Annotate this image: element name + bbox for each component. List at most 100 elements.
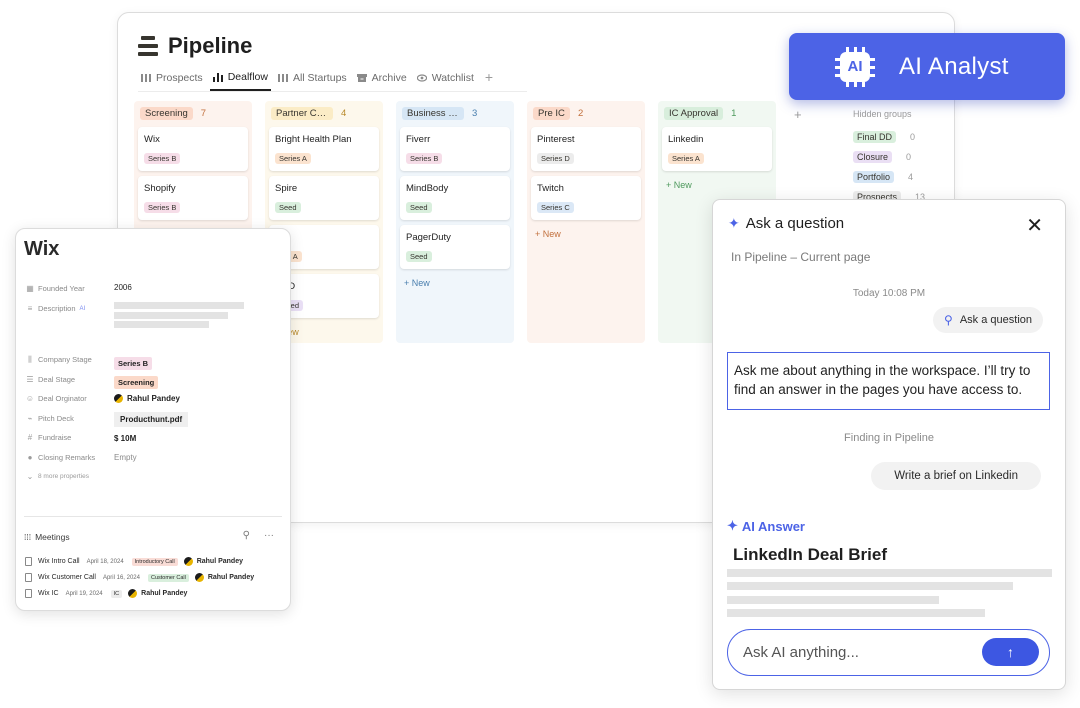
table-icon xyxy=(277,74,288,82)
hidden-groups-title: Hidden groups xyxy=(853,109,912,119)
prop-label: Pitch Deck xyxy=(38,414,74,423)
hidden-group-item[interactable]: Portfolio 4 xyxy=(853,167,943,187)
close-icon[interactable]: ✕ xyxy=(1026,216,1043,236)
hidden-groups: Hidden groups Final DD 0 Closure 0 Portfolio… xyxy=(853,109,943,207)
column-header[interactable]: Screening 7 xyxy=(138,104,248,122)
company-stage-value[interactable]: Series B xyxy=(114,357,153,370)
deal-stage-value[interactable]: Screening xyxy=(114,376,159,389)
prop-fundraise: # Fundraise xyxy=(26,433,72,442)
column-header[interactable]: Pre IC 2 xyxy=(531,104,641,122)
wix-detail-panel: Wix ▦ Founded Year 2006 ≡ Description AI… xyxy=(15,228,291,611)
meeting-attendee: Rahul Pandey xyxy=(194,573,254,582)
column-count: 3 xyxy=(472,107,478,119)
prop-pitch-deck: ⌁ Pitch Deck xyxy=(26,414,74,423)
meeting-row[interactable]: Wix Customer Call April 16, 2024 Customer … xyxy=(25,573,254,582)
deal-name: Pinterest xyxy=(537,134,575,145)
send-button[interactable]: ↑ xyxy=(982,638,1039,666)
ask-scope: In Pipeline – Current page xyxy=(731,250,871,264)
tab-archive[interactable]: Archive xyxy=(354,70,410,90)
column-count: 2 xyxy=(577,107,584,119)
tab-prospects[interactable]: Prospects xyxy=(138,70,206,90)
meeting-date: April 16, 2024 xyxy=(102,574,140,581)
page-title: Pipeline xyxy=(168,33,253,58)
deal-card[interactable]: Fiverr Series B xyxy=(400,127,510,171)
text-icon: ≡ xyxy=(27,304,33,313)
description-skeleton xyxy=(114,302,244,309)
deal-card[interactable]: Wix Series B xyxy=(138,127,248,171)
more-icon[interactable]: ··· xyxy=(264,530,274,541)
number-icon: # xyxy=(27,433,33,442)
tab-all-startups[interactable]: All Startups xyxy=(275,70,350,90)
sparkle-icon: ✦ xyxy=(728,215,740,231)
suggestion-button[interactable]: Write a brief on Linkedin xyxy=(871,462,1041,490)
deal-name: Wix xyxy=(144,134,160,145)
column-header[interactable]: Partner Calls 4 xyxy=(269,104,379,122)
ai-answer-header: ✦ AI Answer xyxy=(727,518,805,534)
new-card-button[interactable]: + New xyxy=(662,180,772,190)
founded-year-value[interactable]: 2006 xyxy=(114,283,132,292)
group-count: 4 xyxy=(908,172,914,182)
company-stage-tag: Series B xyxy=(114,357,153,370)
search-icon: ⚲ xyxy=(944,313,953,327)
stage-badge: Seed xyxy=(406,202,432,213)
wix-title: Wix xyxy=(24,238,60,260)
new-card-button[interactable]: + New xyxy=(531,229,641,239)
deal-card[interactable]: Pinterest Series D xyxy=(531,127,641,171)
prop-deal-originator: ☺ Deal Orginator xyxy=(26,394,87,403)
prop-label: Closing Remarks xyxy=(38,453,96,462)
answer-skeleton xyxy=(727,609,985,617)
search-icon[interactable]: ⚲ xyxy=(243,530,250,541)
calendar-icon: ▦ xyxy=(26,284,34,293)
ask-ai-input[interactable] xyxy=(743,644,968,661)
avatar xyxy=(194,573,204,582)
prop-label: Description xyxy=(38,304,76,313)
deal-card[interactable]: Twitch Series C xyxy=(531,176,641,220)
hidden-group-item[interactable]: Closure 0 xyxy=(853,147,943,167)
column-title: Partner Calls xyxy=(271,106,333,120)
closing-remarks-value[interactable]: Empty xyxy=(114,453,137,462)
meeting-type-tag: IC xyxy=(110,589,123,598)
deal-card[interactable]: Linkedin Series A xyxy=(662,127,772,171)
tab-label: Archive xyxy=(371,72,407,84)
deal-originator-value[interactable]: Rahul Pandey xyxy=(114,394,180,403)
originator-name: Rahul Pandey xyxy=(127,394,180,403)
stage-badge: Series B xyxy=(144,202,181,213)
sparkle-icon: ✦ xyxy=(727,518,738,533)
ai-chip-text: AI xyxy=(840,51,870,82)
meeting-type-tag: Introductory Call xyxy=(131,557,178,566)
new-card-label: New xyxy=(542,229,561,239)
deal-card[interactable]: Shopify Series B xyxy=(138,176,248,220)
meeting-row[interactable]: Wix Intro Call April 18, 2024 Introductory… xyxy=(25,557,243,566)
arrow-up-icon: ↑ xyxy=(1007,644,1014,660)
ai-analyst-label: AI Analyst xyxy=(899,52,1009,80)
circle-icon: ● xyxy=(27,453,33,462)
pitch-deck-value[interactable]: Producthunt.pdf xyxy=(114,412,189,427)
hidden-group-item[interactable]: Final DD 0 xyxy=(853,127,943,147)
ask-question-chip[interactable]: ⚲ Ask a question xyxy=(933,307,1043,333)
stage-badge: Series B xyxy=(406,153,443,164)
fundraise-value[interactable]: $ 10M xyxy=(114,434,136,443)
deal-card[interactable]: Spire Seed xyxy=(269,176,379,220)
stage-badge: Seed xyxy=(275,202,301,213)
chevron-down-icon: ⌄ xyxy=(26,471,34,481)
column-header[interactable]: IC Approval 1 xyxy=(662,104,772,122)
tab-watchlist[interactable]: Watchlist xyxy=(414,70,477,90)
deal-card[interactable]: PagerDuty Seed xyxy=(400,225,510,269)
meeting-row[interactable]: Wix IC April 19, 2024 IC Rahul Pandey xyxy=(25,589,187,598)
deal-name: Fiverr xyxy=(406,134,431,145)
meeting-name: Wix Intro Call xyxy=(38,558,80,565)
stage-badge: Seed xyxy=(406,251,432,262)
deal-card[interactable]: MindBody Seed xyxy=(400,176,510,220)
plus-icon: + xyxy=(666,180,674,190)
deal-card[interactable]: Bright Health Plan Series A xyxy=(269,127,379,171)
group-name: Final DD xyxy=(853,131,897,143)
tab-dealflow[interactable]: Dealflow xyxy=(209,69,271,91)
document-icon xyxy=(25,573,32,582)
add-group-button[interactable]: + xyxy=(794,107,802,122)
new-card-button[interactable]: + New xyxy=(400,278,510,288)
add-view-button[interactable]: + xyxy=(481,69,497,91)
meetings-tools: ⚲ ··· xyxy=(243,530,274,541)
column-header[interactable]: Business D... 3 xyxy=(400,104,510,122)
more-properties-toggle[interactable]: ⌄ 8 more properties xyxy=(26,471,89,481)
ai-chip-icon: AI xyxy=(835,46,875,87)
